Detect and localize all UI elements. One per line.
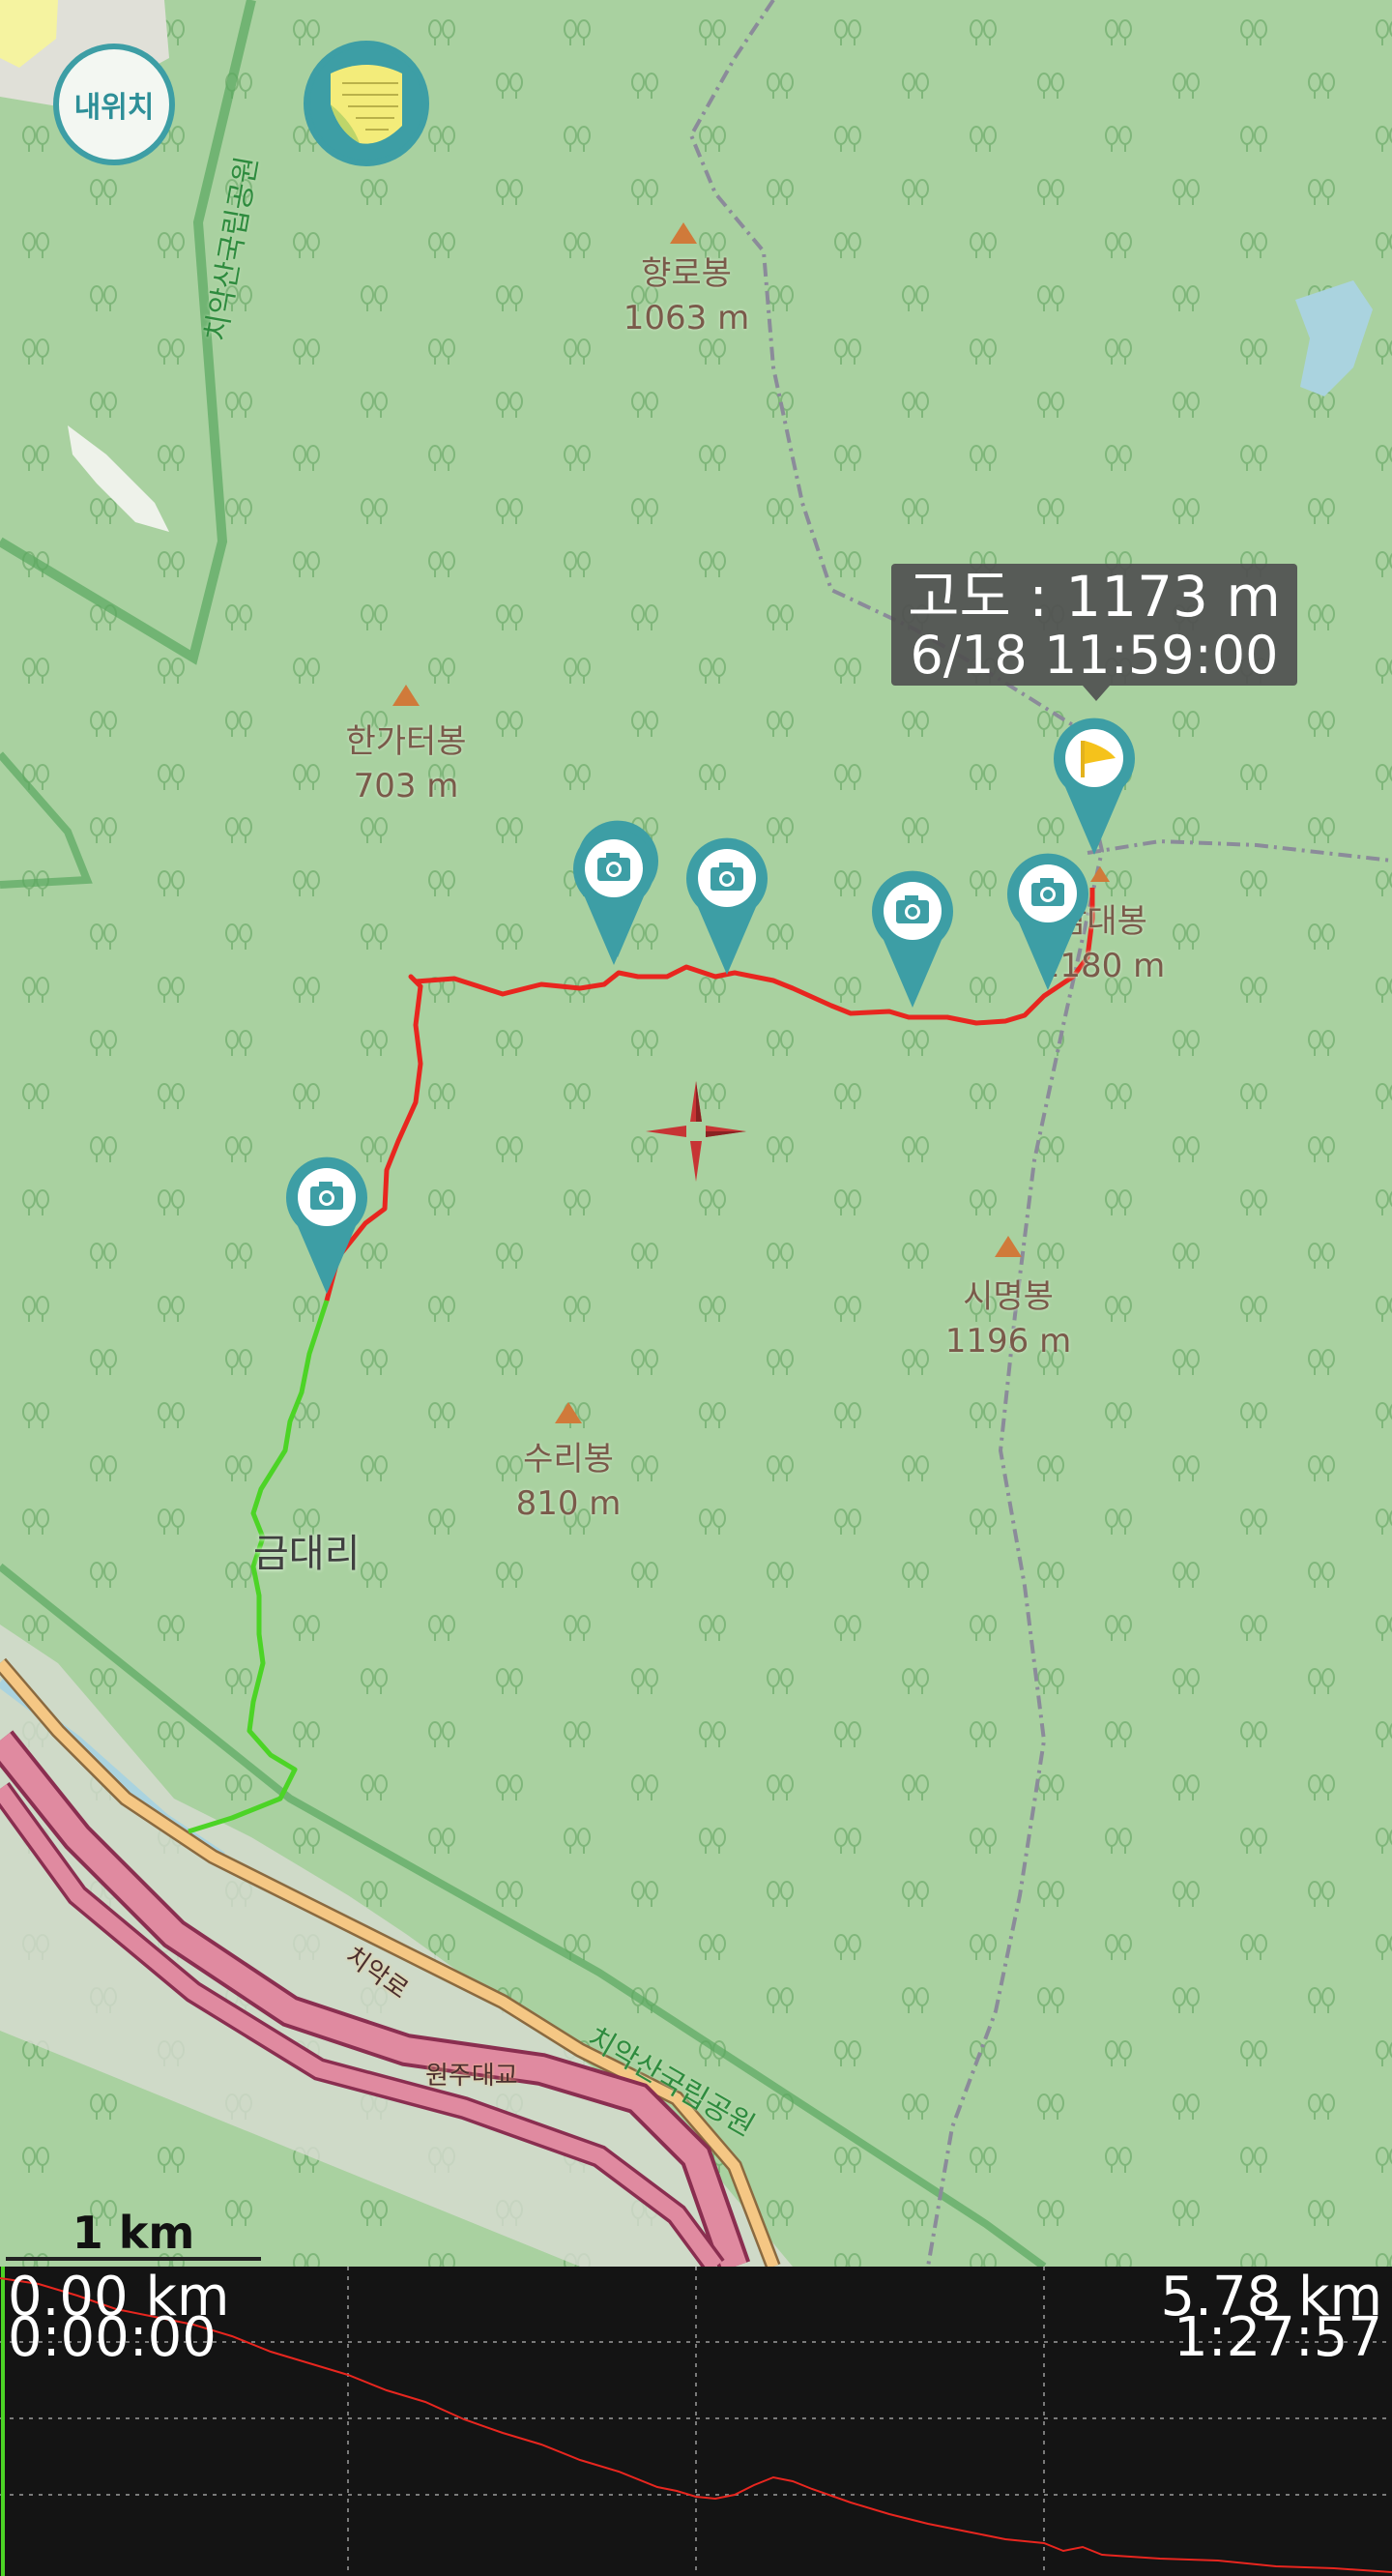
camera-icon (1007, 853, 1088, 990)
scale-bar: 1 km (6, 2207, 261, 2261)
scale-line (6, 2257, 261, 2261)
bridge-label: 원주대교 (425, 2062, 518, 2091)
camera-icon (872, 870, 953, 1008)
peak-label: 향로봉 1063 m (624, 251, 749, 340)
start-time: 0:00:00 (8, 2306, 217, 2369)
end-time: 1:27:57 (1174, 2306, 1382, 2369)
peak-label: 수리봉 810 m (516, 1437, 622, 1526)
peak-name: 향로봉 (641, 254, 732, 293)
photo-marker[interactable] (1000, 847, 1096, 992)
camera-icon (573, 828, 654, 965)
end-flag-marker[interactable] (1046, 712, 1143, 857)
peak-label: 시명봉 1196 m (945, 1274, 1071, 1363)
peak-name: 수리봉 (523, 1440, 614, 1478)
camera-icon (686, 837, 768, 975)
elevation-profile-panel[interactable]: 0.00 km 0:00:00 5.78 km 1:27:57 (0, 2267, 1392, 2576)
peak-name: 한가터봉 (345, 722, 467, 761)
peak-name: 시명봉 (963, 1277, 1054, 1316)
peak-elevation: 1196 m (944, 1322, 1072, 1361)
my-location-label: 내위치 (73, 91, 155, 125)
photo-marker[interactable] (566, 822, 662, 967)
flag-icon (1054, 717, 1135, 855)
peak-elevation: 810 m (515, 1484, 622, 1523)
peak-elevation: 1063 m (623, 299, 750, 337)
my-location-button[interactable]: 내위치 (53, 44, 175, 165)
layers-button[interactable] (304, 41, 429, 166)
peak-elevation: 703 m (353, 767, 459, 805)
scale-label: 1 km (72, 2207, 195, 2259)
photo-marker[interactable] (679, 832, 775, 977)
camera-icon (286, 1156, 367, 1294)
village-label: 금대리 (253, 1532, 361, 1576)
layers-icon (310, 47, 422, 160)
map-view[interactable]: 향로봉 1063 m 한가터봉 703 m 수리봉 810 m 시명봉 1196… (0, 0, 1392, 2267)
peak-label: 한가터봉 703 m (345, 719, 466, 808)
photo-marker[interactable] (864, 864, 961, 1010)
tooltip-time: 6/18 11:59:00 (910, 625, 1279, 686)
altitude-tooltip: 고도 : 1173 m 6/18 11:59:00 (891, 564, 1297, 701)
photo-marker[interactable] (278, 1151, 375, 1296)
tooltip-altitude: 고도 : 1173 m (908, 564, 1281, 629)
